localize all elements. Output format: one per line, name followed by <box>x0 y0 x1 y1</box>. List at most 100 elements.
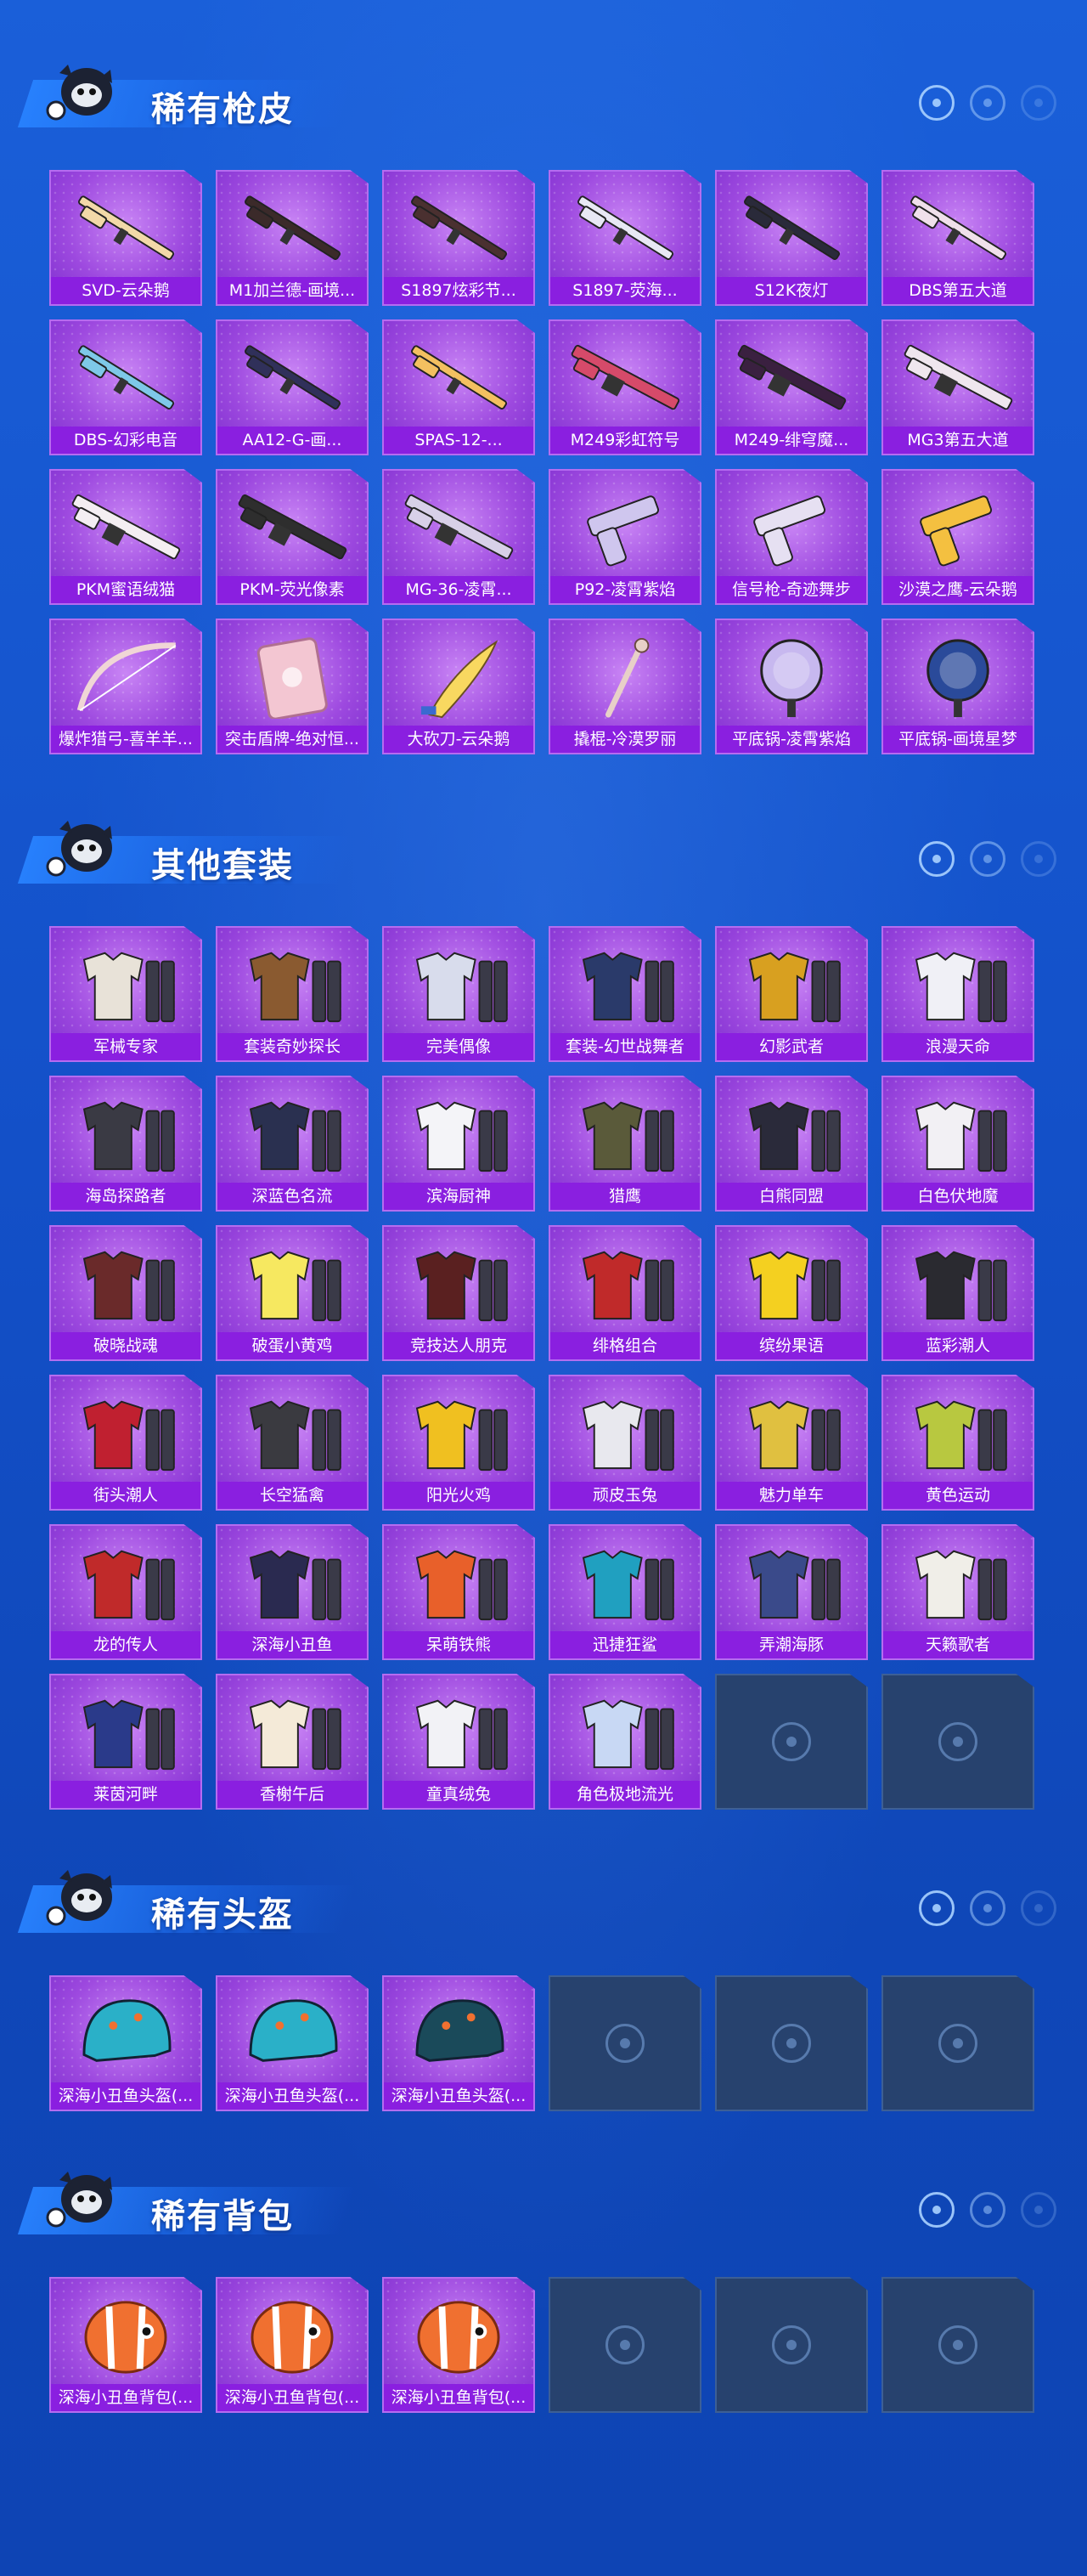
item-card[interactable]: MG-36-凌霄... <box>382 469 535 605</box>
machinegun-icon <box>229 486 355 569</box>
item-card[interactable]: 爆炸猎弓-喜羊羊... <box>49 619 202 754</box>
item-label: P92-凌霄紫焰 <box>550 576 700 603</box>
outfit-icon <box>396 1392 521 1475</box>
item-card[interactable]: 深海小丑鱼背包(... <box>49 2277 202 2413</box>
backpack-icon <box>63 2294 189 2377</box>
section-header: 稀有头盔 <box>0 1848 1087 1950</box>
item-card[interactable]: 套装奇妙探长 <box>216 926 369 1062</box>
shotgun-icon <box>229 336 355 420</box>
item-card[interactable]: M249彩虹符号 <box>549 319 701 455</box>
item-card[interactable]: 街头潮人 <box>49 1375 202 1511</box>
item-card[interactable]: 猎鹰 <box>549 1076 701 1212</box>
item-label: 深海小丑鱼头盔(... <box>217 2082 367 2110</box>
item-card[interactable]: AA12-G-画... <box>216 319 369 455</box>
item-card[interactable]: 浪漫天命 <box>881 926 1034 1062</box>
item-card[interactable]: M249-绯穹魔... <box>715 319 868 455</box>
item-card[interactable]: 完美偶像 <box>382 926 535 1062</box>
outfit-icon <box>63 1691 189 1774</box>
item-card[interactable]: DBS第五大道 <box>881 170 1034 306</box>
item-grid: 深海小丑鱼头盔(... 深海小丑鱼头盔(... 深海小丑鱼头盔(... <box>49 1975 1034 2111</box>
item-card[interactable]: 滨海厨神 <box>382 1076 535 1212</box>
item-card[interactable]: 深海小丑鱼头盔(... <box>216 1975 369 2111</box>
outfit-icon <box>63 1392 189 1475</box>
item-card[interactable]: 平底锅-画境星梦 <box>881 619 1034 754</box>
outfit-icon <box>895 1541 1021 1624</box>
item-label: 龙的传人 <box>51 1631 200 1658</box>
item-card[interactable]: 阳光火鸡 <box>382 1375 535 1511</box>
item-card[interactable]: 童真绒兔 <box>382 1674 535 1810</box>
item-card[interactable]: 蓝彩潮人 <box>881 1225 1034 1361</box>
empty-slot <box>715 1975 868 2111</box>
item-label: 魅力单车 <box>717 1482 866 1509</box>
item-card[interactable]: 长空猛禽 <box>216 1375 369 1511</box>
item-card[interactable]: 信号枪-奇迹舞步 <box>715 469 868 605</box>
item-card[interactable]: 深海小丑鱼头盔(... <box>382 1975 535 2111</box>
item-card[interactable]: 白色伏地魔 <box>881 1076 1034 1212</box>
item-card[interactable]: P92-凌霄紫焰 <box>549 469 701 605</box>
pan-icon <box>895 636 1021 719</box>
item-card[interactable]: 黄色运动 <box>881 1375 1034 1511</box>
pan-icon <box>729 636 854 719</box>
machinegun-icon <box>895 336 1021 420</box>
item-card[interactable]: 海岛探路者 <box>49 1076 202 1212</box>
crosshair-icon <box>970 85 1005 121</box>
helmet-icon <box>63 1992 189 2076</box>
item-card[interactable]: 缤纷果语 <box>715 1225 868 1361</box>
item-card[interactable]: 竞技达人朋克 <box>382 1225 535 1361</box>
item-label: 香榭午后 <box>217 1781 367 1808</box>
item-card[interactable]: 白熊同盟 <box>715 1076 868 1212</box>
item-card[interactable]: MG3第五大道 <box>881 319 1034 455</box>
outfit-icon <box>729 1242 854 1325</box>
item-card[interactable]: 深海小丑鱼背包(... <box>382 2277 535 2413</box>
item-card[interactable]: 魅力单车 <box>715 1375 868 1511</box>
item-card[interactable]: 呆萌铁熊 <box>382 1524 535 1660</box>
item-card[interactable]: PKM-荧光像素 <box>216 469 369 605</box>
item-card[interactable]: 顽皮玉兔 <box>549 1375 701 1511</box>
item-label: 浪漫天命 <box>883 1033 1033 1060</box>
crosshair-decoration <box>919 1890 1056 1926</box>
item-label: 白色伏地魔 <box>883 1183 1033 1210</box>
item-card[interactable]: 破蛋小黄鸡 <box>216 1225 369 1361</box>
item-card[interactable]: S1897炫彩节... <box>382 170 535 306</box>
outfit-icon <box>562 1093 688 1176</box>
item-card[interactable]: S12K夜灯 <box>715 170 868 306</box>
item-card[interactable]: 深海小丑鱼背包(... <box>216 2277 369 2413</box>
item-card[interactable]: 弄潮海豚 <box>715 1524 868 1660</box>
item-card[interactable]: 深海小丑鱼 <box>216 1524 369 1660</box>
item-label: SVD-云朵鹅 <box>51 277 200 304</box>
item-card[interactable]: 角色极地流光 <box>549 1674 701 1810</box>
item-label: DBS-幻彩电音 <box>51 427 200 454</box>
item-card[interactable]: 绯格组合 <box>549 1225 701 1361</box>
outfit-icon <box>562 1392 688 1475</box>
item-card[interactable]: 沙漠之鹰-云朵鹅 <box>881 469 1034 605</box>
item-card[interactable]: 军械专家 <box>49 926 202 1062</box>
item-card[interactable]: 天籁歌者 <box>881 1524 1034 1660</box>
item-label: AA12-G-画... <box>217 427 367 454</box>
item-card[interactable]: 迅捷狂鲨 <box>549 1524 701 1660</box>
item-card[interactable]: 龙的传人 <box>49 1524 202 1660</box>
item-label: 平底锅-画境星梦 <box>883 726 1033 753</box>
outfit-icon <box>63 943 189 1026</box>
item-card[interactable]: 突击盾牌-绝对恒... <box>216 619 369 754</box>
item-card[interactable]: SPAS-12-... <box>382 319 535 455</box>
helmet-icon <box>229 1992 355 2076</box>
item-card[interactable]: 莱茵河畔 <box>49 1674 202 1810</box>
item-card[interactable]: 平底锅-凌霄紫焰 <box>715 619 868 754</box>
item-card[interactable]: 深蓝色名流 <box>216 1076 369 1212</box>
item-card[interactable]: DBS-幻彩电音 <box>49 319 202 455</box>
item-card[interactable]: S1897-荧海... <box>549 170 701 306</box>
item-card[interactable]: 撬棍-冷漠罗丽 <box>549 619 701 754</box>
item-card[interactable]: 幻影武者 <box>715 926 868 1062</box>
item-label: 莱茵河畔 <box>51 1781 200 1808</box>
item-card[interactable]: M1加兰德-画境... <box>216 170 369 306</box>
item-card[interactable]: 深海小丑鱼头盔(... <box>49 1975 202 2111</box>
item-card[interactable]: SVD-云朵鹅 <box>49 170 202 306</box>
item-card[interactable]: 香榭午后 <box>216 1674 369 1810</box>
item-label: 撬棍-冷漠罗丽 <box>550 726 700 753</box>
item-card[interactable]: 破晓战魂 <box>49 1225 202 1361</box>
item-card[interactable]: PKM蜜语绒猫 <box>49 469 202 605</box>
outfit-icon <box>396 943 521 1026</box>
item-card[interactable]: 套装-幻世战舞者 <box>549 926 701 1062</box>
item-label: MG3第五大道 <box>883 427 1033 454</box>
item-card[interactable]: 大砍刀-云朵鹅 <box>382 619 535 754</box>
